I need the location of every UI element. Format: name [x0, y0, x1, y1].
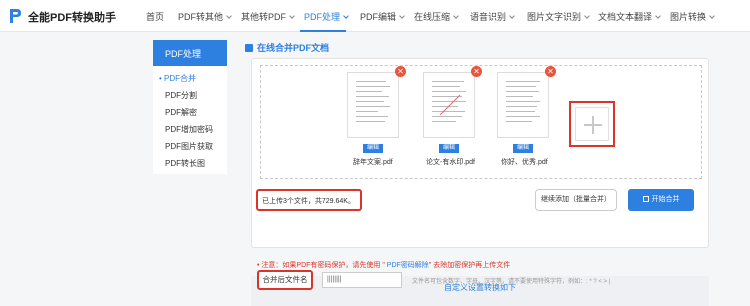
- text-line: [356, 106, 390, 107]
- text-line: [506, 106, 537, 107]
- sidebar: PDF处理 • PDF合并 PDF分割 PDF解密 PDF增加密码 PDF图片获…: [153, 40, 227, 174]
- nav-other-to-pdf[interactable]: 其他转PDF: [241, 10, 295, 23]
- chevron-down-icon: [709, 13, 715, 19]
- delete-file-icon[interactable]: ✕: [545, 66, 556, 77]
- merge-icon: [642, 196, 649, 202]
- add-file-frame: [575, 107, 609, 141]
- file-name: 你好、优秀.pdf: [501, 159, 548, 166]
- nav-label: 其他转PDF: [241, 12, 287, 22]
- active-nav-indicator: [300, 30, 346, 32]
- nav-label: PDF转其他: [178, 12, 224, 22]
- text-line: [356, 111, 378, 112]
- file-name: 辞年文案.pdf: [353, 159, 393, 166]
- sidebar-item-pdf-to-long-image[interactable]: PDF转长图: [165, 158, 205, 169]
- merged-filename-label: 合并后文件名: [257, 270, 313, 290]
- file-thumbnail[interactable]: [347, 72, 399, 138]
- sidebar-item-pdf-image-extract[interactable]: PDF图片获取: [165, 141, 213, 152]
- upload-card: ✕ 编辑 辞年文案.pdf ✕ 编辑 论文-有水印.pdf ✕ 编辑 你好、优秀…: [251, 58, 709, 248]
- nav-label: 语音识别: [470, 12, 507, 22]
- nav-label: PDF处理: [304, 12, 341, 22]
- nav-label: 在线压缩: [414, 12, 451, 22]
- nav-compress[interactable]: 在线压缩: [414, 10, 459, 23]
- logo-icon: [10, 9, 21, 23]
- text-line: [506, 86, 536, 87]
- brand-name: 全能PDF转换助手: [28, 12, 116, 24]
- text-line: [432, 81, 464, 82]
- continue-add-button[interactable]: 继续添加（批量合并）: [535, 189, 617, 211]
- document-icon: [245, 44, 253, 52]
- sidebar-item-pdf-add-password[interactable]: PDF增加密码: [165, 124, 213, 135]
- text-line: [432, 91, 466, 92]
- nav-pdf-edit[interactable]: PDF编辑: [360, 10, 405, 23]
- nav-ocr[interactable]: 图片文字识别: [527, 10, 590, 23]
- file-thumbnail[interactable]: [423, 72, 475, 138]
- text-line: [506, 81, 540, 82]
- top-nav: 全能PDF转换助手 首页 PDF转其他 其他转PDF PDF处理 PDF编辑 在…: [0, 0, 750, 32]
- text-line: [506, 121, 532, 122]
- delete-file-icon[interactable]: ✕: [395, 66, 406, 77]
- section-title: 在线合并PDF文档: [245, 41, 329, 54]
- sidebar-item-pdf-decrypt[interactable]: PDF解密: [165, 107, 197, 118]
- notice-text: " 去除加密保护再上传文件: [428, 262, 511, 269]
- edit-button[interactable]: 编辑: [363, 144, 383, 153]
- nav-home[interactable]: 首页: [146, 10, 164, 23]
- text-line: [356, 81, 386, 82]
- upload-count: 已上传3个文件，共729.64K。: [256, 189, 362, 211]
- sidebar-item-pdf-merge[interactable]: • PDF合并: [159, 73, 196, 84]
- edit-button[interactable]: 编辑: [513, 144, 533, 153]
- pdf-password-remove-link[interactable]: PDF密码解除: [385, 262, 429, 269]
- nav-pdf-to-other[interactable]: PDF转其他: [178, 10, 232, 23]
- main-content: 在线合并PDF文档 ✕ 编辑 辞年文案.pdf ✕ 编辑 论文-有水印.pdf …: [245, 38, 710, 306]
- start-merge-label: 开始合并: [651, 196, 680, 203]
- chevron-down-icon: [343, 13, 349, 19]
- text-line: [432, 121, 456, 122]
- text-line: [356, 101, 384, 102]
- text-line: [356, 86, 390, 87]
- start-merge-button[interactable]: 开始合并: [628, 189, 694, 211]
- text-line: [432, 86, 460, 87]
- filename-hint: 文件名可包含数字、字母、汉字等，请不要使用特殊字符，例如：: * ? < > |: [412, 279, 611, 285]
- chevron-down-icon: [509, 13, 515, 19]
- section-title-text: 在线合并PDF文档: [257, 43, 330, 53]
- sidebar-item-pdf-split[interactable]: PDF分割: [165, 90, 197, 101]
- text-line: [356, 116, 388, 117]
- delete-file-icon[interactable]: ✕: [471, 66, 482, 77]
- nav-label: PDF编辑: [360, 12, 397, 22]
- chevron-down-icon: [289, 13, 295, 19]
- text-line: [356, 96, 389, 97]
- watermark-icon: [439, 94, 461, 116]
- text-line: [506, 111, 535, 112]
- chevron-down-icon: [453, 13, 459, 19]
- sidebar-header: PDF处理: [153, 40, 227, 66]
- chevron-down-icon: [584, 13, 590, 19]
- text-line: [356, 121, 385, 122]
- chevron-down-icon: [399, 13, 405, 19]
- file-drop-area[interactable]: ✕ 编辑 辞年文案.pdf ✕ 编辑 论文-有水印.pdf ✕ 编辑 你好、优秀…: [260, 65, 702, 179]
- plus-icon: [592, 116, 594, 134]
- nav-image-convert[interactable]: 图片转换: [670, 10, 715, 23]
- text-line: [506, 116, 540, 117]
- file-name: 论文-有水印.pdf: [426, 159, 476, 166]
- chevron-down-icon: [655, 13, 661, 19]
- password-notice: • 注意：如果PDF有密码保护，请先使用 " PDF密码解除" 去除加密保护再上…: [257, 260, 510, 270]
- nav-label: 首页: [146, 12, 165, 22]
- nav-pdf-processing[interactable]: PDF处理: [304, 10, 349, 23]
- notice-text: • 注意：如果PDF有密码保护，请先使用 ": [257, 262, 385, 269]
- chevron-down-icon: [226, 13, 232, 19]
- file-thumbnail[interactable]: [497, 72, 549, 138]
- text-line: [506, 91, 539, 92]
- text-line: [356, 91, 382, 92]
- nav-label: 文档文本翻译: [598, 12, 653, 22]
- add-file-button[interactable]: [569, 101, 615, 147]
- nav-label: 图片转换: [670, 12, 707, 22]
- nav-speech[interactable]: 语音识别: [470, 10, 515, 23]
- nav-translate[interactable]: 文档文本翻译: [598, 10, 661, 23]
- text-line: [506, 96, 533, 97]
- merged-filename-input[interactable]: ||||||||: [322, 272, 402, 288]
- text-line: [506, 101, 540, 102]
- edit-button[interactable]: 编辑: [439, 144, 459, 153]
- nav-label: 图片文字识别: [527, 12, 582, 22]
